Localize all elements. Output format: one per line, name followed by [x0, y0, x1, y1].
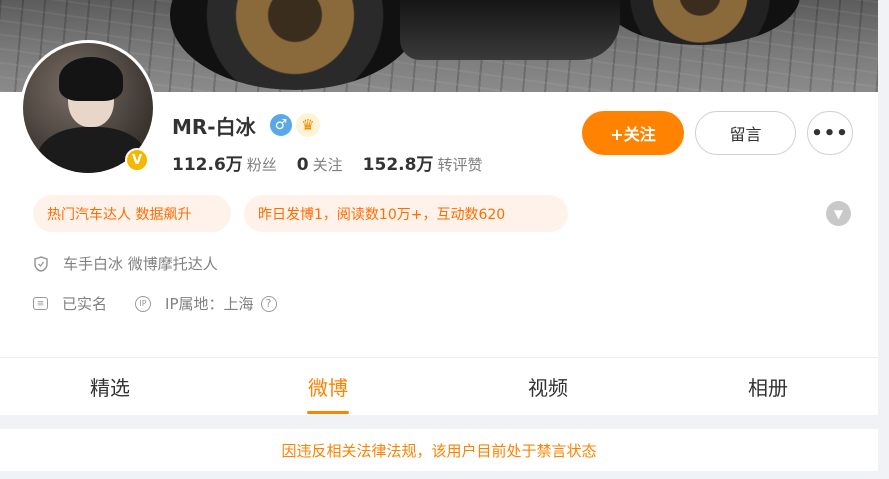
profile-description: 车手白冰 微博摩托达人 [63, 255, 218, 273]
help-icon[interactable]: ? [260, 295, 277, 312]
more-options-button[interactable]: ••• [807, 111, 853, 155]
following-stat[interactable]: 0 关注 [297, 154, 343, 175]
description-row: 车手白冰 微博摩托达人 [33, 253, 218, 274]
fans-label: 粉丝 [246, 156, 277, 174]
male-icon: ♂ [270, 114, 292, 136]
reposts-stat: 152.8万 转评赞 [363, 150, 483, 175]
following-count: 0 [296, 155, 309, 175]
fans-count: 112.6万 [172, 155, 243, 175]
following-label: 关注 [312, 156, 343, 174]
tab-album[interactable]: 相册 [658, 358, 878, 415]
motorcycle-body [400, 0, 620, 60]
scrollbar[interactable] [878, 0, 889, 479]
active-tab-indicator [307, 411, 349, 414]
tab-featured[interactable]: 精选 [0, 358, 220, 415]
activity-tag[interactable]: 昨日发博1，阅读数10万+，互动数620 [244, 195, 568, 232]
chevron-down-icon[interactable]: ▼ [826, 201, 851, 226]
motorcycle-wheel-front [170, 0, 420, 90]
verified-icon: V [125, 148, 149, 172]
fans-stat[interactable]: 112.6万 粉丝 [172, 150, 277, 175]
ban-notice: 因违反相关法律法规，该用户目前处于禁言状态 [0, 429, 878, 471]
shield-icon [33, 255, 49, 272]
ip-icon: IP [135, 295, 152, 312]
real-name-label: 已实名 [62, 295, 108, 313]
profile-name: MR-白冰 [172, 115, 256, 139]
hot-tag[interactable]: 热门汽车达人 数据飙升 [33, 195, 231, 232]
motorcycle-wheel-rear [600, 0, 800, 45]
tab-weibo[interactable]: 微博 [218, 358, 438, 415]
ip-location: IP属地：上海 [165, 295, 254, 313]
reposts-label: 转评赞 [437, 156, 483, 174]
meta-row: ≡ 已实名 IP IP属地：上海 ? [33, 293, 277, 314]
profile-stats: 112.6万 粉丝 0 关注 152.8万 转评赞 [172, 150, 482, 175]
follow-button[interactable]: +关注 [582, 111, 684, 155]
id-card-icon: ≡ [33, 297, 48, 310]
crown-icon[interactable]: ♛ [296, 113, 320, 137]
reposts-count: 152.8万 [362, 155, 434, 175]
message-button[interactable]: 留言 [695, 111, 796, 155]
tab-video[interactable]: 视频 [438, 358, 658, 415]
profile-tabs: 精选 微博 视频 相册 [0, 358, 878, 415]
